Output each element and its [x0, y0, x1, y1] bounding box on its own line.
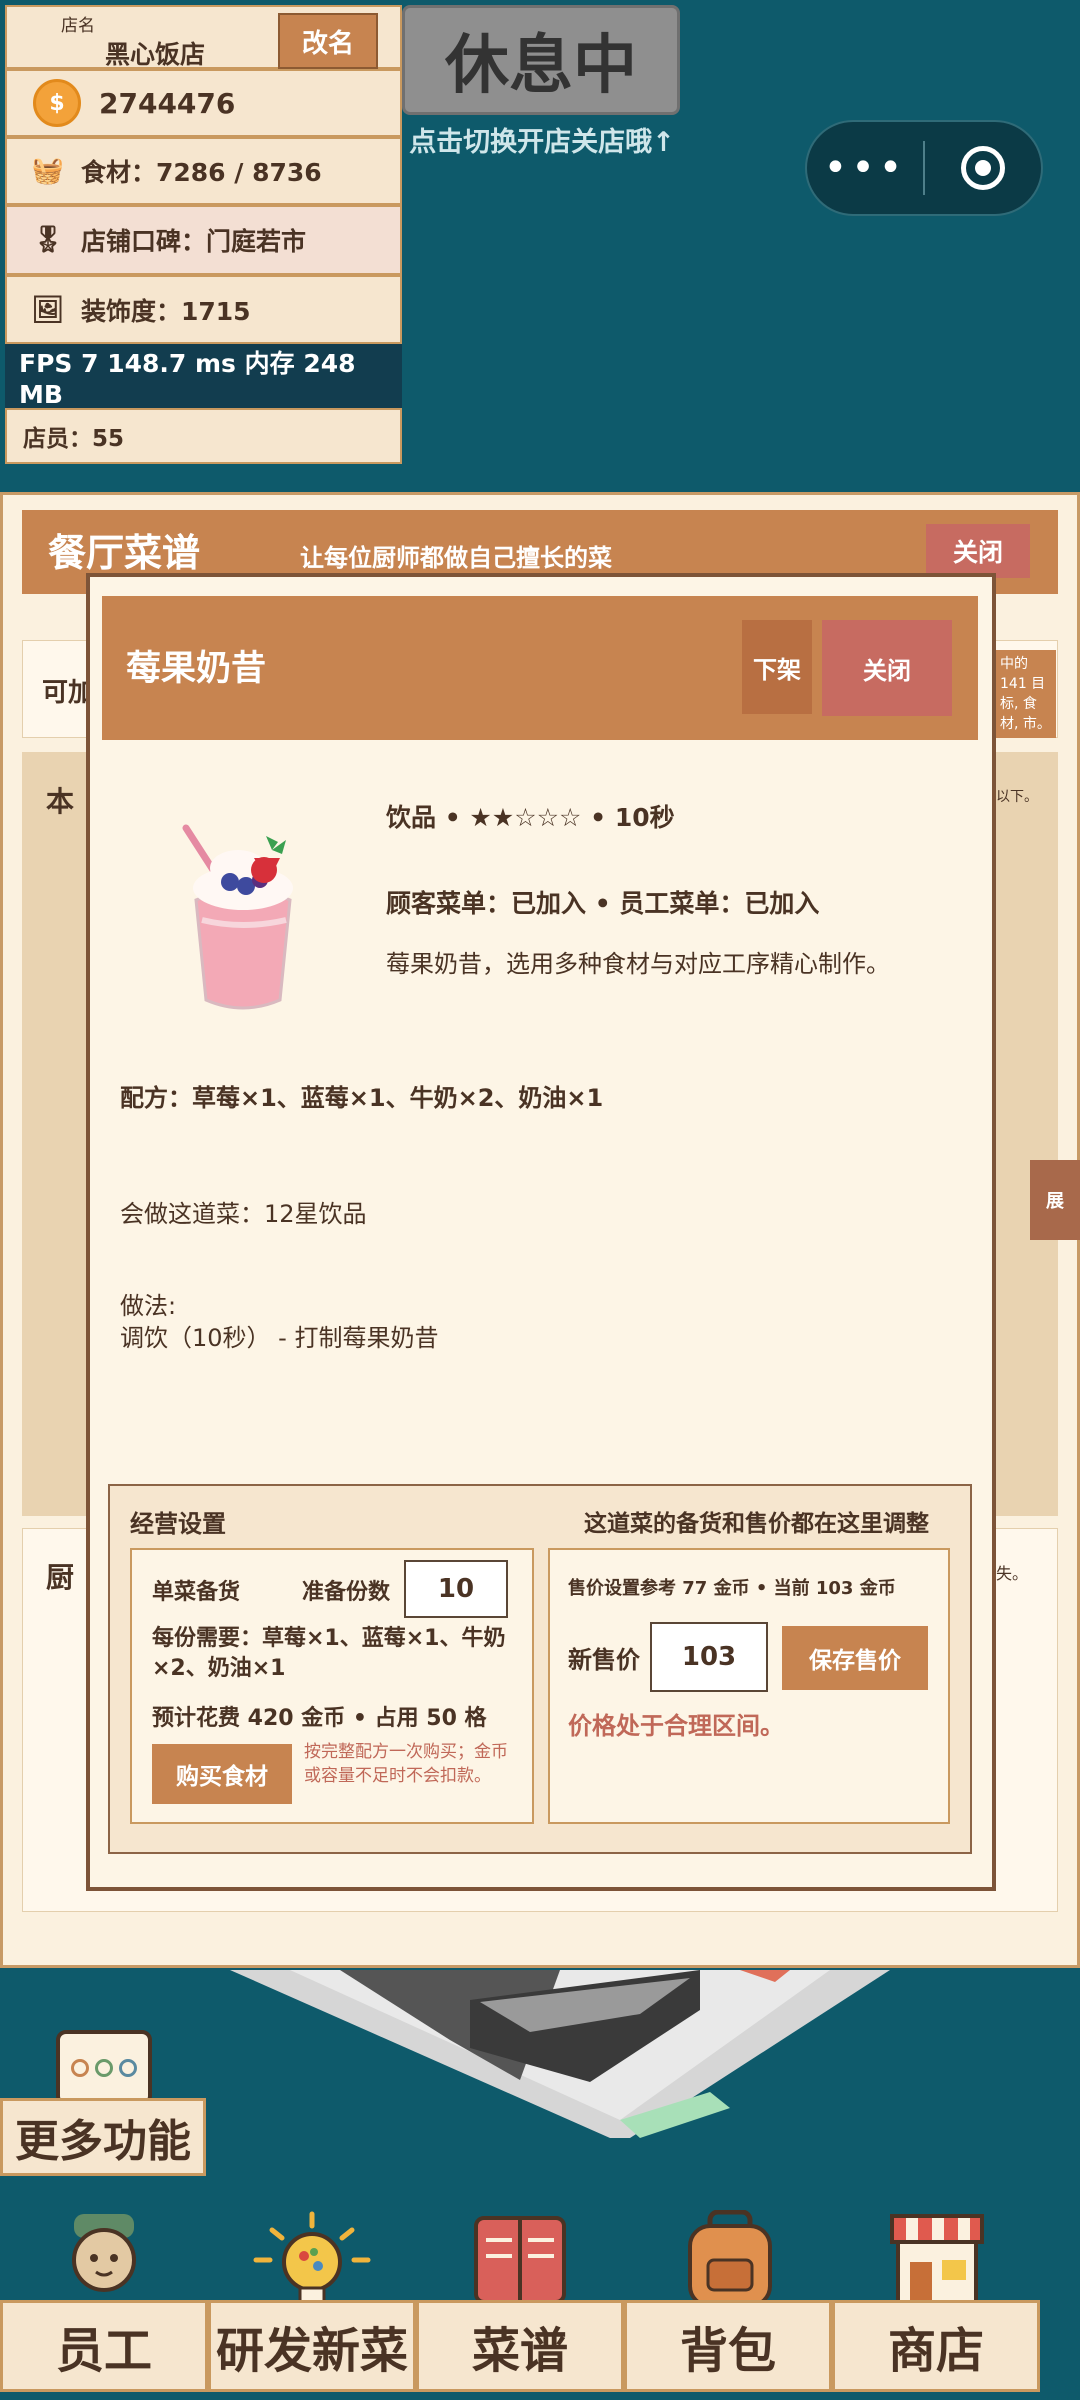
- restaurant-floor: [230, 1970, 890, 2138]
- dish-menu-status: 顾客菜单：已加入 • 员工菜单：已加入: [386, 889, 820, 918]
- chef-section-label: 厨: [46, 1561, 75, 1594]
- chef-section-note: 失。: [996, 1564, 1029, 1583]
- price-reference: 售价设置参考 77 金币 • 当前 103 金币: [568, 1578, 896, 1599]
- ingredients-icon: 🧺: [31, 156, 65, 186]
- business-settings-title: 经营设置: [130, 1510, 226, 1538]
- recipe-book-strip-note: 中的 141 目标, 食材, 市。: [996, 650, 1056, 738]
- prep-count-label: 准备份数: [302, 1580, 391, 1605]
- berry-smoothie-image: [182, 824, 293, 1010]
- new-price-label: 新售价: [568, 1646, 640, 1674]
- stock-title: 单菜备货: [152, 1580, 241, 1605]
- business-settings-subtitle: 这道菜的备货和售价都在这里调整: [584, 1511, 929, 1537]
- miniprogram-capsule: •••: [805, 120, 1043, 216]
- more-dots-icon[interactable]: •••: [807, 145, 923, 191]
- buy-note: 按完整配方一次购买；金币或容量不足时不会扣款。: [304, 1742, 508, 1786]
- dish-description: 莓果奶昔，选用多种食材与对应工序精心制作。: [386, 950, 890, 978]
- decor-row: 🖼 装饰度：1715: [5, 275, 402, 344]
- more-features-button[interactable]: 更多功能: [0, 2098, 206, 2176]
- expand-side-tab[interactable]: 展: [1030, 1160, 1080, 1240]
- more-features-icon[interactable]: [56, 2030, 152, 2106]
- backpack-icon: [688, 2210, 772, 2306]
- shop-status-hint: 点击切换开店关店哦↑: [409, 127, 675, 158]
- shop-icon: [890, 2214, 984, 2306]
- recipe-book-title: 餐厅菜谱: [48, 531, 201, 575]
- recipe-book-icon: [474, 2216, 566, 2304]
- price-status: 价格处于合理区间。: [568, 1712, 784, 1740]
- close-target-icon[interactable]: [925, 146, 1041, 190]
- nav-recipes[interactable]: 菜谱: [416, 2300, 624, 2392]
- staff-icon: [72, 2214, 136, 2292]
- reputation-row: 🎖 店铺口碑：门庭若市: [5, 205, 402, 275]
- nav-staff[interactable]: 员工: [0, 2300, 208, 2392]
- dish-chef-requirement: 会做这道菜：12星饮品: [120, 1200, 367, 1228]
- shop-name-label: 店名: [61, 16, 95, 36]
- per-portion-need: 每份需要：草莓×1、蓝莓×1、牛奶×2、奶油×1: [152, 1626, 506, 1681]
- coins-value: 2744476: [99, 86, 236, 120]
- reputation-value: 店铺口碑：门庭若市: [81, 227, 307, 256]
- prep-count-input[interactable]: 10: [404, 1560, 508, 1618]
- dish-method: 调饮（10秒） - 打制莓果奶昔: [120, 1324, 439, 1352]
- lightbulb-icon: [253, 2211, 371, 2306]
- nav-backpack[interactable]: 背包: [624, 2300, 832, 2392]
- coin-icon: $: [33, 79, 81, 127]
- new-price-input[interactable]: 103: [650, 1622, 768, 1692]
- shop-name: 黑心饭店: [105, 40, 206, 69]
- recipe-book-section-label: 本: [46, 785, 75, 818]
- delist-button[interactable]: 下架: [742, 620, 812, 714]
- dish-close-button[interactable]: 关闭: [822, 620, 952, 716]
- rename-button[interactable]: 改名: [278, 13, 378, 69]
- fps-bar: FPS 7 148.7 ms 内存 248 MB: [5, 344, 402, 409]
- decor-icon: 🖼: [31, 294, 65, 325]
- shop-name-box: 店名 黑心饭店 改名: [5, 5, 402, 69]
- shop-status-toggle[interactable]: 休息中: [402, 5, 680, 115]
- save-price-button[interactable]: 保存售价: [782, 1626, 928, 1690]
- buy-ingredients-button[interactable]: 购买食材: [152, 1744, 292, 1804]
- dish-recipe: 配方：草莓×1、蓝莓×1、牛奶×2、奶油×1: [120, 1084, 604, 1112]
- estimated-cost: 预计花费 420 金币 • 占用 50 格: [152, 1706, 487, 1731]
- reputation-icon: 🎖: [31, 225, 65, 255]
- recipe-book-close-button[interactable]: 关闭: [926, 524, 1030, 578]
- nav-research[interactable]: 研发新菜: [208, 2300, 416, 2392]
- staff-value: 店员：55: [23, 426, 125, 452]
- ingredients-value: 食材：7286 / 8736: [81, 158, 322, 187]
- ingredients-row: 🧺 食材：7286 / 8736: [5, 137, 402, 205]
- nav-shop[interactable]: 商店: [832, 2300, 1040, 2392]
- recipe-book-section-note: 以下。: [996, 789, 1038, 805]
- recipe-book-subtitle: 让每位厨师都做自己擅长的菜: [300, 544, 612, 572]
- dish-name: 莓果奶昔: [126, 649, 267, 689]
- decor-value: 装饰度：1715: [81, 296, 251, 326]
- dish-meta: 饮品 • ★★☆☆☆ • 10秒: [386, 803, 675, 832]
- coins-row: $ 2744476: [5, 69, 402, 137]
- staff-row: 店员：55: [5, 408, 402, 464]
- dish-method-title: 做法:: [120, 1292, 177, 1320]
